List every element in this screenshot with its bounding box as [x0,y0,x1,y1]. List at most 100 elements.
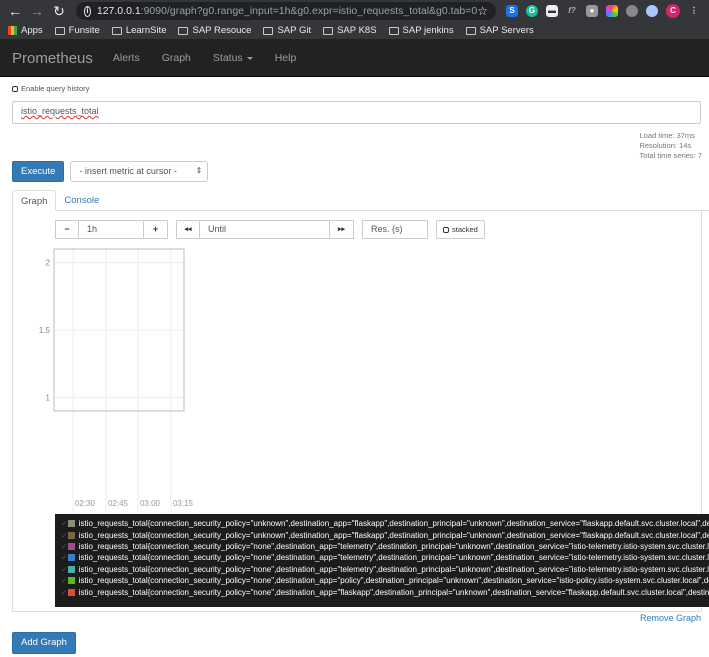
check-icon: ✓ [61,576,68,586]
folder-icon [323,26,334,35]
check-icon: ✓ [61,519,68,529]
legend-item[interactable]: ✓ istio_requests_total{connection_securit… [61,575,709,586]
legend-item[interactable]: ✓ istio_requests_total{connection_securit… [61,529,709,540]
folder-icon [111,26,122,35]
legend: ✓ istio_requests_total{connection_securit… [55,514,709,607]
extension-gear-icon[interactable] [626,5,638,17]
bookmarks-bar: Apps Funsite LearnSite SAP Resouce SAP G… [0,22,709,40]
extension-spy-icon[interactable]: ▬ [546,5,558,17]
browser-toolbar: ← → ↻ i 127.0.0.1:9090/graph?g0.range_in… [0,0,709,22]
prometheus-navbar: Prometheus Alerts Graph Status Help [0,40,709,77]
x-tick-label: 03:00 [140,499,161,508]
tab-graph[interactable]: Graph [12,190,57,211]
bookmark-sap-servers[interactable]: SAP Servers [465,25,534,36]
tab-console[interactable]: Console [56,190,107,211]
address-bar[interactable]: i 127.0.0.1:9090/graph?g0.range_input=1h… [76,2,496,20]
folder-icon [263,26,274,35]
y-tick-label: 1.5 [39,326,51,335]
legend-label: istio_requests_total{connection_security… [78,587,709,597]
folder-icon [178,26,189,35]
bookmark-sap-jenkins[interactable]: SAP jenkins [388,25,454,36]
metric-select[interactable]: - insert metric at cursor - [70,161,209,182]
rewind-button[interactable]: ◂◂ [176,220,200,239]
camera-icon[interactable]: ● [586,5,598,17]
query-history-toggle[interactable]: Enable query history [12,84,697,93]
series-color-swatch [67,520,75,528]
graph-controls: − 1h + ◂◂ Until ▸▸ Res. (s) stacked [55,220,485,239]
query-stats: Load time: 37ms Resolution: 14s Total ti… [639,131,702,161]
bookmark-apps[interactable]: Apps [8,25,43,36]
folder-icon [465,26,476,35]
increase-range-button[interactable]: + [144,220,168,239]
bookmark-sap-git[interactable]: SAP Git [263,25,311,36]
check-icon: ✓ [61,530,68,540]
expression-input[interactable]: istio_requests_total [12,101,701,124]
total-series: Total time series: 7 [639,151,702,160]
legend-item[interactable]: ✓ istio_requests_total{connection_securit… [61,518,709,529]
bookmark-sap-resouce[interactable]: SAP Resouce [178,25,251,36]
stacked-toggle[interactable]: stacked [436,220,485,239]
query-history-label: Enable query history [21,84,90,93]
check-icon: ✓ [61,553,68,563]
load-time: Load time: 37ms [639,131,695,140]
brand-link[interactable]: Prometheus [12,50,93,67]
series-color-swatch [67,542,75,550]
add-graph-button[interactable]: Add Graph [12,632,76,654]
series-color-swatch [67,577,75,585]
check-icon: ✓ [61,587,68,597]
nav-help[interactable]: Help [275,52,297,64]
grammarly-icon[interactable]: G [526,5,538,17]
series-color-swatch [67,554,75,562]
y-tick-label: 2 [46,259,51,268]
forward-button[interactable]: ▸▸ [330,220,354,239]
reload-icon[interactable]: ↻ [50,2,68,20]
bookmark-funsite[interactable]: Funsite [54,25,100,36]
expression-text: istio_requests_total [21,106,99,116]
stacked-checkbox[interactable] [443,226,449,233]
graph-chart: 2 1.5 1 02:30 02:45 03:00 03:15 [39,248,194,512]
x-tick-label: 03:15 [173,499,194,508]
nav-status[interactable]: Status [213,52,253,64]
color-picker-icon[interactable] [606,5,618,17]
series-color-swatch [67,588,75,596]
bookmark-sap-k8s[interactable]: SAP K8S [323,25,377,36]
extension-s-icon[interactable]: S [506,5,518,17]
legend-item[interactable]: ✓ istio_requests_total{connection_securit… [61,586,709,597]
until-input[interactable]: Until [200,220,330,239]
graph-tabs: Graph Console [12,190,709,211]
legend-label: istio_requests_total{connection_security… [78,530,709,540]
decrease-range-button[interactable]: − [55,220,79,239]
info-icon[interactable]: i [84,5,91,17]
range-input[interactable]: 1h [79,220,144,239]
remove-graph-link[interactable]: Remove Graph [640,613,701,623]
legend-item[interactable]: ✓ istio_requests_total{connection_securit… [61,564,709,575]
stacked-label: stacked [452,225,478,234]
back-icon[interactable]: ← [6,2,24,20]
nav-alerts[interactable]: Alerts [113,52,140,64]
y-tick-label: 1 [46,394,51,403]
nav-graph[interactable]: Graph [162,52,191,64]
url-path: :9090/graph?g0.range_input=1h&g0.expr=is… [140,5,478,17]
nav-status-label: Status [212,52,243,64]
resolution-input[interactable]: Res. (s) [362,220,428,239]
check-icon: ✓ [61,541,68,551]
menu-kebab-icon[interactable]: ⋮ [688,5,700,17]
legend-label: istio_requests_total{connection_security… [78,519,709,529]
bookmark-star-icon[interactable]: ☆ [477,4,488,18]
execute-button[interactable]: Execute [12,161,65,182]
x-tick-label: 02:45 [108,499,129,508]
legend-label: istio_requests_total{connection_security… [78,541,709,551]
bookmark-learnsite[interactable]: LearnSite [111,25,166,36]
folder-icon [388,26,399,35]
forward-icon[interactable]: → [28,2,46,20]
legend-item[interactable]: ✓ istio_requests_total{connection_securit… [61,552,709,563]
query-history-checkbox[interactable] [12,85,18,92]
legend-label: istio_requests_total{connection_security… [78,553,709,563]
extension-fx-icon[interactable]: f? [566,5,578,17]
x-tick-label: 02:30 [75,499,96,508]
profile-avatar[interactable]: C [666,4,680,18]
caret-down-icon [246,56,253,60]
folder-icon [54,26,65,35]
legend-item[interactable]: ✓ istio_requests_total{connection_securit… [61,541,709,552]
extension-circle-icon[interactable] [646,5,658,17]
